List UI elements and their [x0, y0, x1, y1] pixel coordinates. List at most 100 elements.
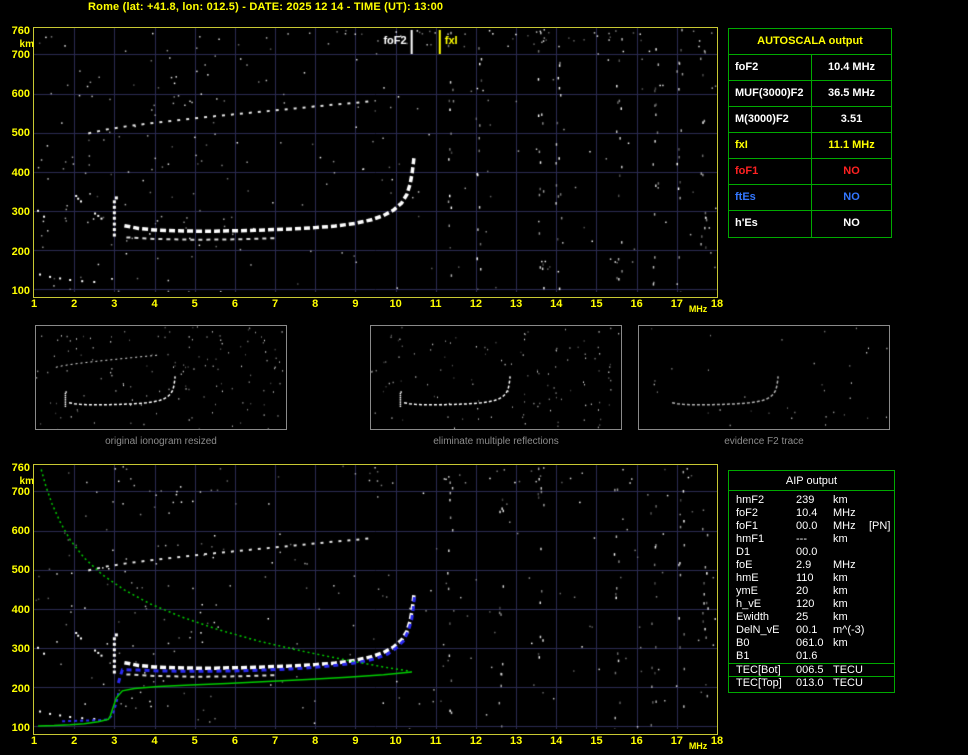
x-axis-tick-label: 9	[345, 735, 365, 747]
aip-label: foF1	[736, 520, 796, 533]
aip-row-h-ve: h_vE120km	[729, 598, 894, 611]
aip-unit: TECU	[833, 677, 869, 689]
x-axis-tick-label: 9	[345, 298, 365, 310]
aip-unit	[833, 546, 869, 559]
thumbnail-caption-original: original ionogram resized	[35, 436, 287, 447]
x-axis-tick-label: 16	[627, 735, 647, 747]
aip-value: ---	[796, 533, 833, 546]
bottom-profile-canvas	[34, 465, 717, 729]
x-axis-tick-label: 8	[305, 735, 325, 747]
aip-extra	[869, 624, 894, 637]
autoscala-row-ftes: ftEsNO	[729, 185, 891, 211]
autoscala-row-label: foF2	[729, 55, 812, 80]
autoscala-row-muf-3000-f2: MUF(3000)F236.5 MHz	[729, 81, 891, 107]
x-axis-tick-label: 13	[506, 298, 526, 310]
y-axis-tick-label: 760	[4, 462, 30, 474]
aip-row-hmf1: hmF1---km	[729, 533, 894, 546]
x-axis-tick-label: 10	[386, 735, 406, 747]
autoscala-row-value: NO	[812, 159, 891, 184]
aip-label: hmF2	[736, 494, 796, 507]
aip-value: 061.0	[796, 637, 833, 650]
aip-row-ewidth: Ewidth25km	[729, 611, 894, 624]
aip-extra	[869, 507, 894, 520]
x-axis-tick-label: 10	[386, 298, 406, 310]
aip-extra	[869, 494, 894, 507]
aip-value: 00.0	[796, 520, 833, 533]
autoscala-row-label: foF1	[729, 159, 812, 184]
aip-extra	[869, 585, 894, 598]
aip-value: 110	[796, 572, 833, 585]
x-axis-tick-label: 11	[426, 298, 446, 310]
x-axis-tick-label: 12	[466, 735, 486, 747]
x-axis-tick-label: 2	[64, 735, 84, 747]
aip-label: DelN_vE	[736, 624, 796, 637]
aip-label: foE	[736, 559, 796, 572]
x-axis-tick-label: 1	[24, 298, 44, 310]
x-axis-tick-label: 12	[466, 298, 486, 310]
aip-value: 239	[796, 494, 833, 507]
aip-table-title: AIP output	[729, 471, 894, 491]
x-axis-tick-label: 6	[225, 735, 245, 747]
y-axis-unit-label: km	[8, 476, 34, 488]
aip-unit	[833, 650, 869, 663]
y-axis-tick-label: 760	[4, 25, 30, 37]
aip-row-b0: B0061.0km	[729, 637, 894, 650]
y-axis-unit-label: km	[8, 39, 34, 51]
autoscala-row-label: fxI	[729, 133, 812, 158]
x-axis-tick-label: 6	[225, 298, 245, 310]
autoscala-table-title: AUTOSCALA output	[729, 29, 891, 55]
aip-label: B1	[736, 650, 796, 663]
autoscala-row-label: h'Es	[729, 211, 812, 237]
autoscala-row-value: NO	[812, 211, 891, 237]
aip-row-foe: foE2.9MHz	[729, 559, 894, 572]
autoscala-table-rows: foF210.4 MHzMUF(3000)F236.5 MHzM(3000)F2…	[729, 55, 891, 237]
x-axis-tick-label: 3	[104, 735, 124, 747]
y-axis-tick-label: 400	[4, 604, 30, 616]
aip-row-d1: D100.0	[729, 546, 894, 559]
x-axis-tick-label: 3	[104, 298, 124, 310]
x-axis-tick-label: 2	[64, 298, 84, 310]
aip-label: ymE	[736, 585, 796, 598]
x-axis-tick-label: 18	[707, 735, 727, 747]
aip-value: 00.1	[796, 624, 833, 637]
x-axis-tick-label: 1	[24, 735, 44, 747]
thumbnail-f2-evidence	[638, 325, 890, 430]
x-axis-tick-label: 11	[426, 735, 446, 747]
x-axis-tick-label: 4	[145, 735, 165, 747]
x-axis-tick-label: 7	[265, 735, 285, 747]
aip-label: Ewidth	[736, 611, 796, 624]
autoscala-app-screen: Rome (lat: +41.8, lon: 012.5) - DATE: 20…	[0, 0, 968, 755]
y-axis-tick-label: 100	[4, 285, 30, 297]
aip-extra	[869, 664, 894, 676]
autoscala-row-fof1: foF1NO	[729, 159, 891, 185]
aip-extra	[869, 533, 894, 546]
aip-label: TEC[Top]	[736, 677, 796, 689]
y-axis-tick-label: 500	[4, 127, 30, 139]
aip-unit: MHz	[833, 507, 869, 520]
aip-label: h_vE	[736, 598, 796, 611]
aip-row-fof2: foF210.4MHz	[729, 507, 894, 520]
aip-value: 10.4	[796, 507, 833, 520]
thumbnail-eliminate-multiples	[370, 325, 622, 430]
y-axis-tick-label: 400	[4, 167, 30, 179]
autoscala-row-h-es: h'EsNO	[729, 211, 891, 237]
x-axis-tick-label: 17	[667, 298, 687, 310]
autoscala-row-label: ftEs	[729, 185, 812, 210]
aip-extra	[869, 637, 894, 650]
aip-value: 00.0	[796, 546, 833, 559]
aip-unit: km	[833, 637, 869, 650]
aip-unit: m^(-3)	[833, 624, 869, 637]
thumbnail-f2-canvas	[639, 326, 889, 429]
aip-row-hmf2: hmF2239km	[729, 494, 894, 507]
x-axis-tick-label: 4	[145, 298, 165, 310]
aip-unit: MHz	[833, 559, 869, 572]
aip-extra	[869, 650, 894, 663]
thumbnail-original-canvas	[36, 326, 286, 429]
aip-value: 006.5	[796, 664, 833, 676]
aip-unit: km	[833, 572, 869, 585]
aip-label: hmF1	[736, 533, 796, 546]
autoscala-row-fof2: foF210.4 MHz	[729, 55, 891, 81]
thumbnail-caption-eliminate: eliminate multiple reflections	[370, 436, 622, 447]
y-axis-tick-label: 100	[4, 722, 30, 734]
thumbnail-original-ionogram	[35, 325, 287, 430]
